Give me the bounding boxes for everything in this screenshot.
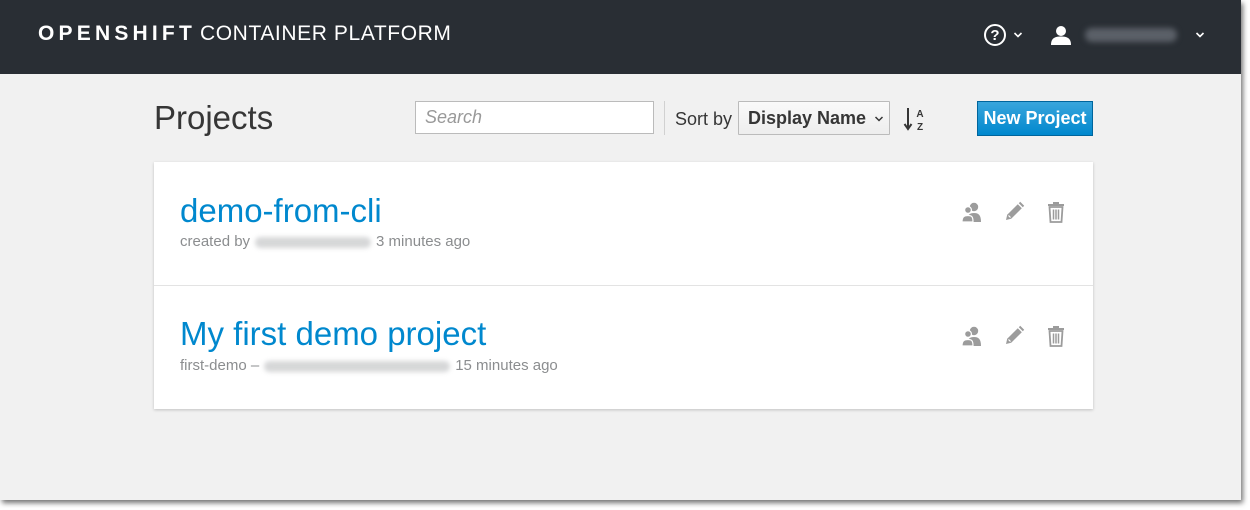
description-redacted — [264, 360, 451, 372]
edit-project-button[interactable] — [1001, 323, 1027, 349]
user-name-redacted — [1085, 28, 1177, 42]
creator-redacted — [255, 236, 372, 248]
toolbar-divider — [664, 101, 665, 135]
project-meta-prefix: first-demo – — [180, 357, 260, 374]
sort-field-select[interactable]: Display Name — [738, 101, 890, 135]
delete-project-button[interactable] — [1043, 199, 1069, 225]
chevron-down-icon — [1013, 32, 1023, 38]
user-menu[interactable] — [1050, 22, 1205, 48]
project-actions — [959, 323, 1085, 349]
brand-bold-text: OPENSHIFT — [38, 22, 196, 45]
search-input[interactable] — [415, 101, 654, 134]
project-age: 3 minutes ago — [376, 233, 471, 250]
project-meta: first-demo – 15 minutes ago — [180, 357, 558, 375]
chevron-down-icon — [874, 116, 884, 122]
help-menu[interactable]: ? — [984, 22, 1023, 48]
project-row: My first demo project first-demo – 15 mi… — [154, 285, 1093, 409]
brand-light-text: CONTAINER PLATFORM — [199, 22, 452, 45]
console-window: OPENSHIFT CONTAINER PLATFORM ? Projects S… — [0, 0, 1241, 500]
new-project-button[interactable]: New Project — [977, 101, 1093, 136]
brand-logo[interactable]: OPENSHIFT CONTAINER PLATFORM — [38, 21, 452, 47]
project-actions — [959, 199, 1085, 225]
masthead: OPENSHIFT CONTAINER PLATFORM ? — [0, 0, 1241, 74]
project-row: demo-from-cli created by 3 minutes ago — [154, 162, 1093, 285]
project-meta: created by 3 minutes ago — [180, 233, 470, 251]
delete-project-button[interactable] — [1043, 323, 1069, 349]
project-list: demo-from-cli created by 3 minutes ago M… — [154, 162, 1093, 409]
sort-alpha-asc-icon[interactable]: A Z — [903, 106, 927, 132]
edit-icon — [1006, 201, 1025, 220]
project-name-link[interactable]: demo-from-cli — [180, 191, 382, 231]
view-membership-button[interactable] — [959, 199, 985, 225]
sort-field-value: Display Name — [748, 107, 867, 128]
svg-text:Z: Z — [917, 122, 923, 132]
view-membership-button[interactable] — [959, 323, 985, 349]
page-title: Projects — [154, 99, 274, 136]
chevron-down-icon — [1195, 32, 1205, 38]
project-meta-prefix: created by — [180, 233, 251, 250]
edit-project-button[interactable] — [1001, 199, 1027, 225]
project-age: 15 minutes ago — [455, 357, 558, 374]
user-icon — [1051, 26, 1071, 45]
sort-by-label: Sort by — [675, 109, 733, 129]
members-icon — [961, 202, 981, 223]
project-name-link[interactable]: My first demo project — [180, 314, 486, 354]
help-icon: ? — [984, 24, 1006, 46]
svg-text:A: A — [916, 109, 923, 120]
members-icon — [961, 326, 981, 347]
edit-icon — [1006, 325, 1025, 344]
trash-icon — [1048, 202, 1064, 223]
trash-icon — [1048, 326, 1064, 347]
